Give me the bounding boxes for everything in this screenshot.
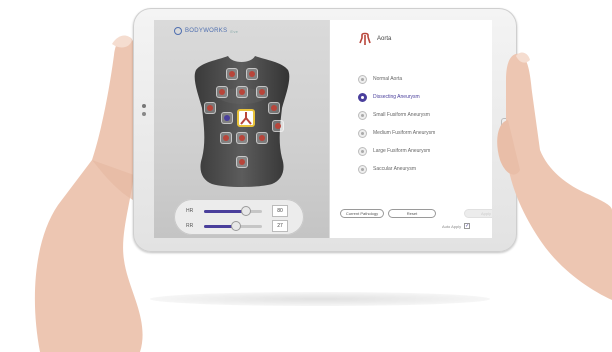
right-hand — [497, 52, 612, 301]
scene: BODYWORKS Eve HR 80 RR 27 Aorta Normal A… — [0, 0, 612, 352]
